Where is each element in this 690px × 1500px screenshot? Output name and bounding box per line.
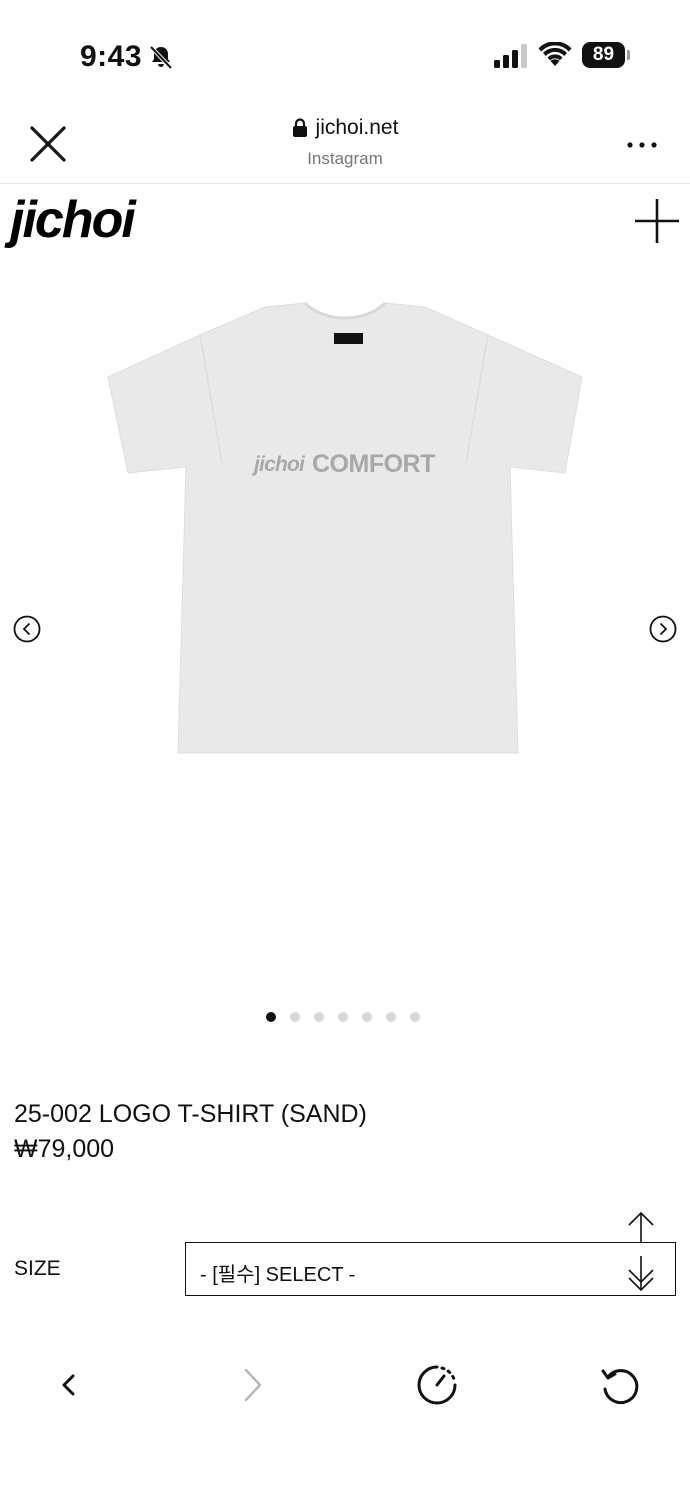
print-brand: jichoi [251,453,306,476]
lock-icon [292,118,307,137]
scroll-down-icon[interactable] [626,1254,656,1292]
battery-tip [627,50,630,60]
carousel-dot[interactable] [386,1012,396,1022]
carousel-prev-icon[interactable] [12,614,42,644]
print-text: COMFORT [312,450,435,478]
carousel-dot[interactable] [266,1012,276,1022]
url-subtitle: Instagram [307,149,383,168]
product-price: ₩79,000 [14,1135,115,1163]
carousel-dot[interactable] [314,1012,324,1022]
neck-label [334,333,363,344]
wifi-icon [538,42,572,66]
status-time: 9:43 [80,40,143,73]
scroll-up-icon[interactable] [626,1210,656,1244]
carousel-dot[interactable] [362,1012,372,1022]
carousel-dots [266,1012,420,1022]
site-logo[interactable]: jichoi [10,190,136,250]
carousel-dot[interactable] [338,1012,348,1022]
bell-slash-icon [149,45,173,70]
carousel-dot[interactable] [410,1012,420,1022]
back-icon[interactable] [45,1363,89,1407]
url-bar[interactable]: jichoi.net Instagram [0,116,690,169]
speed-icon[interactable] [415,1363,459,1407]
carousel-next-icon[interactable] [648,614,678,644]
size-label: SIZE [14,1257,61,1280]
battery-level: 89 [582,42,625,68]
browser-header: jichoi.net Instagram [0,110,690,184]
plus-icon[interactable] [632,196,682,246]
carousel-dot[interactable] [290,1012,300,1022]
cellular-signal-icon [494,44,527,68]
status-bar: 9:43 89 [0,0,690,110]
forward-icon[interactable] [231,1363,275,1407]
reload-icon[interactable] [598,1363,642,1407]
battery-indicator: 89 [582,42,630,68]
more-icon[interactable] [626,140,658,150]
product-title: 25-002 LOGO T-SHIRT (SAND) [14,1100,367,1128]
size-select-value: - [필수] SELECT - [200,1264,356,1286]
size-select[interactable]: - [필수] SELECT - [185,1242,676,1296]
browser-toolbar [0,1345,690,1425]
product-image[interactable]: jichoi COMFORT [100,295,590,765]
url-text: jichoi.net [315,116,399,139]
